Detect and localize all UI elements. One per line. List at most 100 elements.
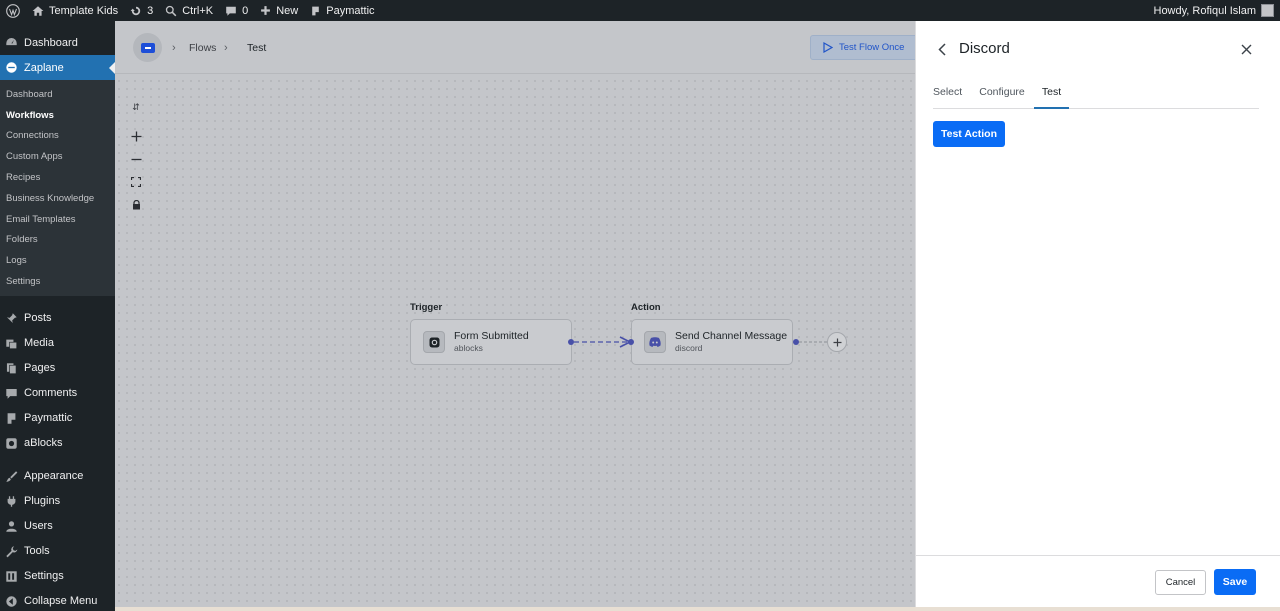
- submenu-logs[interactable]: Logs: [0, 250, 115, 271]
- zoom-out-icon[interactable]: [130, 153, 142, 165]
- site-name-link[interactable]: Template Kids: [26, 0, 124, 21]
- menu-comments[interactable]: Comments: [0, 381, 115, 406]
- paymattic-icon: [312, 6, 320, 15]
- submenu-recipes[interactable]: Recipes: [0, 167, 115, 188]
- chevron-right-icon: ›: [224, 42, 228, 54]
- menu-settings[interactable]: Settings: [0, 564, 115, 589]
- howdy-text: Howdy, Rofiqul Islam: [1153, 4, 1257, 17]
- media-icon: [4, 336, 18, 350]
- comment-icon: [226, 6, 236, 16]
- breadcrumb-current: Test: [247, 42, 267, 54]
- menu-dashboard[interactable]: Dashboard: [0, 30, 115, 55]
- fit-view-icon[interactable]: [130, 176, 142, 188]
- menu-paymattic[interactable]: Paymattic: [0, 406, 115, 431]
- flow-canvas-area: › Flows › Test Test Flow Once ⇵ Trigger …: [115, 21, 915, 607]
- menu-posts[interactable]: Posts: [0, 306, 115, 331]
- submenu-business-knowledge[interactable]: Business Knowledge: [0, 188, 115, 209]
- panel-tabs: Select Configure Test: [933, 80, 1259, 109]
- menu-settings-label: Settings: [24, 570, 64, 583]
- test-flow-once-button[interactable]: Test Flow Once: [810, 35, 915, 60]
- close-button[interactable]: [1238, 41, 1254, 57]
- flow-topbar: › Flows › Test Test Flow Once: [115, 21, 915, 74]
- save-button[interactable]: Save: [1214, 569, 1256, 595]
- chevron-left-icon: [938, 42, 946, 56]
- play-icon: [823, 42, 833, 53]
- trigger-node[interactable]: Form Submitted ablocks: [410, 319, 572, 365]
- submenu-settings[interactable]: Settings: [0, 271, 115, 292]
- trigger-node-title: Form Submitted: [454, 330, 529, 342]
- tab-select[interactable]: Select: [933, 80, 962, 109]
- updates-link[interactable]: 3: [124, 0, 159, 21]
- panel-title: Discord: [959, 40, 1010, 57]
- updates-icon: [130, 6, 141, 15]
- discord-icon: [644, 331, 666, 353]
- menu-users[interactable]: Users: [0, 514, 115, 539]
- zaplane-icon: [4, 61, 18, 75]
- submenu-custom-apps[interactable]: Custom Apps: [0, 146, 115, 167]
- edge-connector: [574, 336, 632, 348]
- menu-users-label: Users: [24, 520, 53, 533]
- add-step-button[interactable]: [827, 332, 847, 352]
- paymattic-link[interactable]: Paymattic: [304, 0, 380, 21]
- pages-icon: [4, 361, 18, 375]
- comments-link[interactable]: 0: [219, 0, 254, 21]
- plus-icon: [261, 6, 271, 15]
- menu-plugins-label: Plugins: [24, 495, 61, 508]
- action-node[interactable]: Send Channel Message discord: [631, 319, 793, 365]
- search-link[interactable]: Ctrl+K: [159, 0, 219, 21]
- zaplane-logo[interactable]: [133, 33, 162, 62]
- submenu-email-templates[interactable]: Email Templates: [0, 209, 115, 230]
- collapse-menu[interactable]: Collapse Menu: [0, 589, 115, 611]
- menu-paymattic-label: Paymattic: [24, 412, 73, 425]
- menu-tools[interactable]: Tools: [0, 539, 115, 564]
- menu-pages[interactable]: Pages: [0, 356, 115, 381]
- submenu-workflows[interactable]: Workflows: [0, 105, 115, 126]
- tab-test[interactable]: Test: [1034, 80, 1069, 109]
- home-icon: [32, 5, 44, 16]
- menu-tools-label: Tools: [24, 545, 50, 558]
- close-icon: [1241, 44, 1251, 54]
- menu-posts-label: Posts: [24, 312, 52, 325]
- dashboard-icon: [4, 36, 18, 50]
- menu-zaplane[interactable]: Zaplane: [0, 55, 115, 80]
- comments-icon: [4, 386, 18, 400]
- paymattic-label: Paymattic: [326, 4, 375, 17]
- site-name: Template Kids: [49, 4, 119, 17]
- breadcrumb-flows[interactable]: Flows: [189, 42, 216, 54]
- zoom-in-icon[interactable]: [130, 130, 142, 142]
- menu-zaplane-label: Zaplane: [24, 61, 64, 74]
- ablocks-icon: [4, 436, 18, 450]
- tab-configure[interactable]: Configure: [979, 80, 1025, 109]
- new-link[interactable]: New: [254, 0, 304, 21]
- users-icon: [4, 519, 18, 533]
- wordpress-logo-icon[interactable]: [0, 0, 26, 21]
- brush-icon: [4, 469, 18, 483]
- menu-media[interactable]: Media: [0, 331, 115, 356]
- search-icon: [166, 5, 177, 16]
- menu-plugins[interactable]: Plugins: [0, 489, 115, 514]
- collapse-menu-label: Collapse Menu: [24, 595, 98, 608]
- menu-appearance-label: Appearance: [24, 470, 84, 483]
- menu-media-label: Media: [24, 337, 54, 350]
- settings-icon: [4, 569, 18, 583]
- action-input-handle[interactable]: [628, 339, 634, 345]
- back-button[interactable]: [934, 39, 950, 59]
- submenu-dashboard[interactable]: Dashboard: [0, 84, 115, 105]
- comments-count: 0: [242, 4, 249, 17]
- canvas-grid[interactable]: [115, 21, 915, 607]
- my-account-link[interactable]: Howdy, Rofiqul Islam: [1148, 0, 1280, 21]
- wrench-icon: [4, 544, 18, 558]
- action-node-title: Send Channel Message: [675, 330, 788, 342]
- submenu-folders[interactable]: Folders: [0, 230, 115, 251]
- test-flow-once-label: Test Flow Once: [839, 42, 905, 53]
- menu-ablocks-label: aBlocks: [24, 437, 63, 450]
- lock-icon[interactable]: [130, 199, 142, 211]
- admin-sidebar: Dashboard Zaplane Dashboard Workflows Co…: [0, 21, 115, 611]
- test-action-button[interactable]: Test Action: [933, 121, 1005, 147]
- sort-icon[interactable]: ⇵: [130, 101, 142, 113]
- cancel-button[interactable]: Cancel: [1155, 570, 1206, 595]
- menu-appearance[interactable]: Appearance: [0, 464, 115, 489]
- menu-ablocks[interactable]: aBlocks: [0, 431, 115, 456]
- submenu-connections[interactable]: Connections: [0, 126, 115, 147]
- new-label: New: [276, 4, 299, 17]
